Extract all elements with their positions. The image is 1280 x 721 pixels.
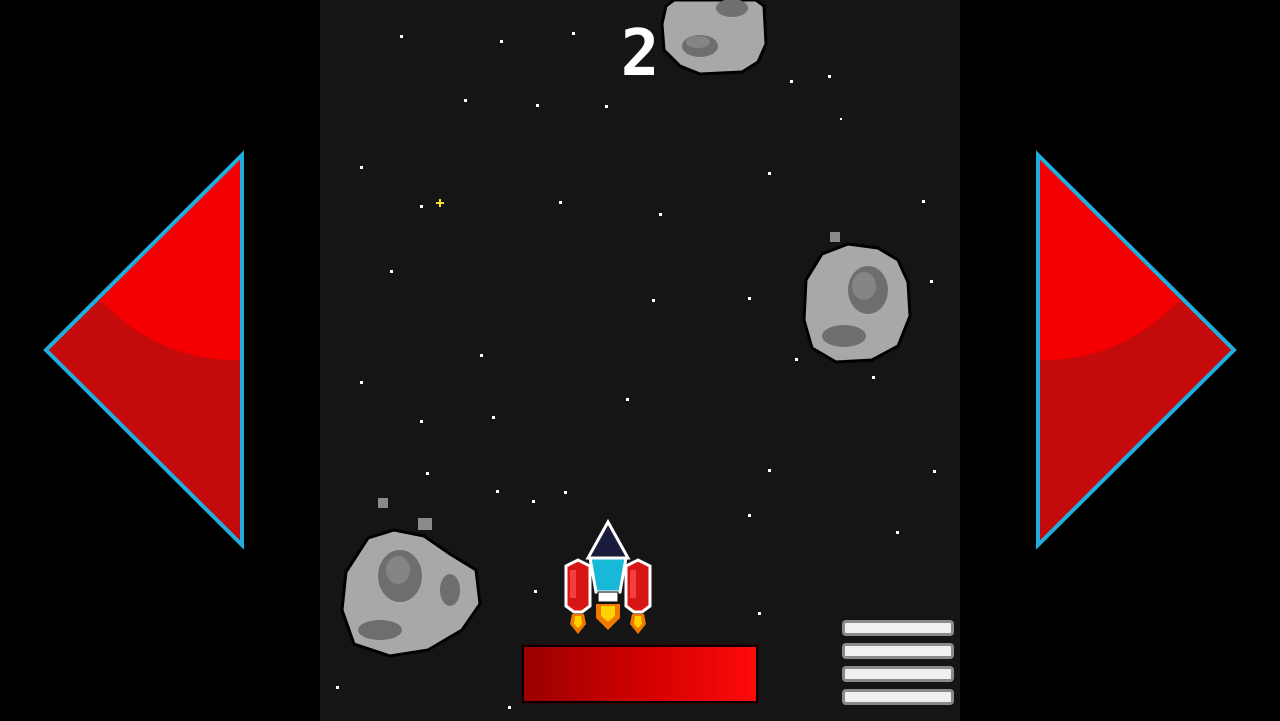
asteroid [802, 232, 912, 364]
asteroid [340, 498, 482, 658]
menu-icon-bar [842, 643, 954, 659]
menu-icon-bar [842, 689, 954, 705]
move-right-button[interactable] [1030, 150, 1240, 550]
left-arrow-icon [43, 150, 244, 550]
menu-button[interactable] [842, 618, 954, 708]
asteroid [660, 0, 768, 76]
menu-icon-bar [842, 620, 954, 636]
game-screen: 2 [0, 0, 1280, 721]
menu-icon-bar [842, 666, 954, 682]
right-arrow-icon [1036, 150, 1237, 550]
move-left-button[interactable] [40, 150, 250, 550]
health-bar-fill [524, 647, 756, 701]
playfield: 2 [320, 0, 960, 721]
health-bar [521, 644, 759, 704]
score-counter: 2 [620, 17, 660, 91]
player-ship [564, 518, 652, 634]
